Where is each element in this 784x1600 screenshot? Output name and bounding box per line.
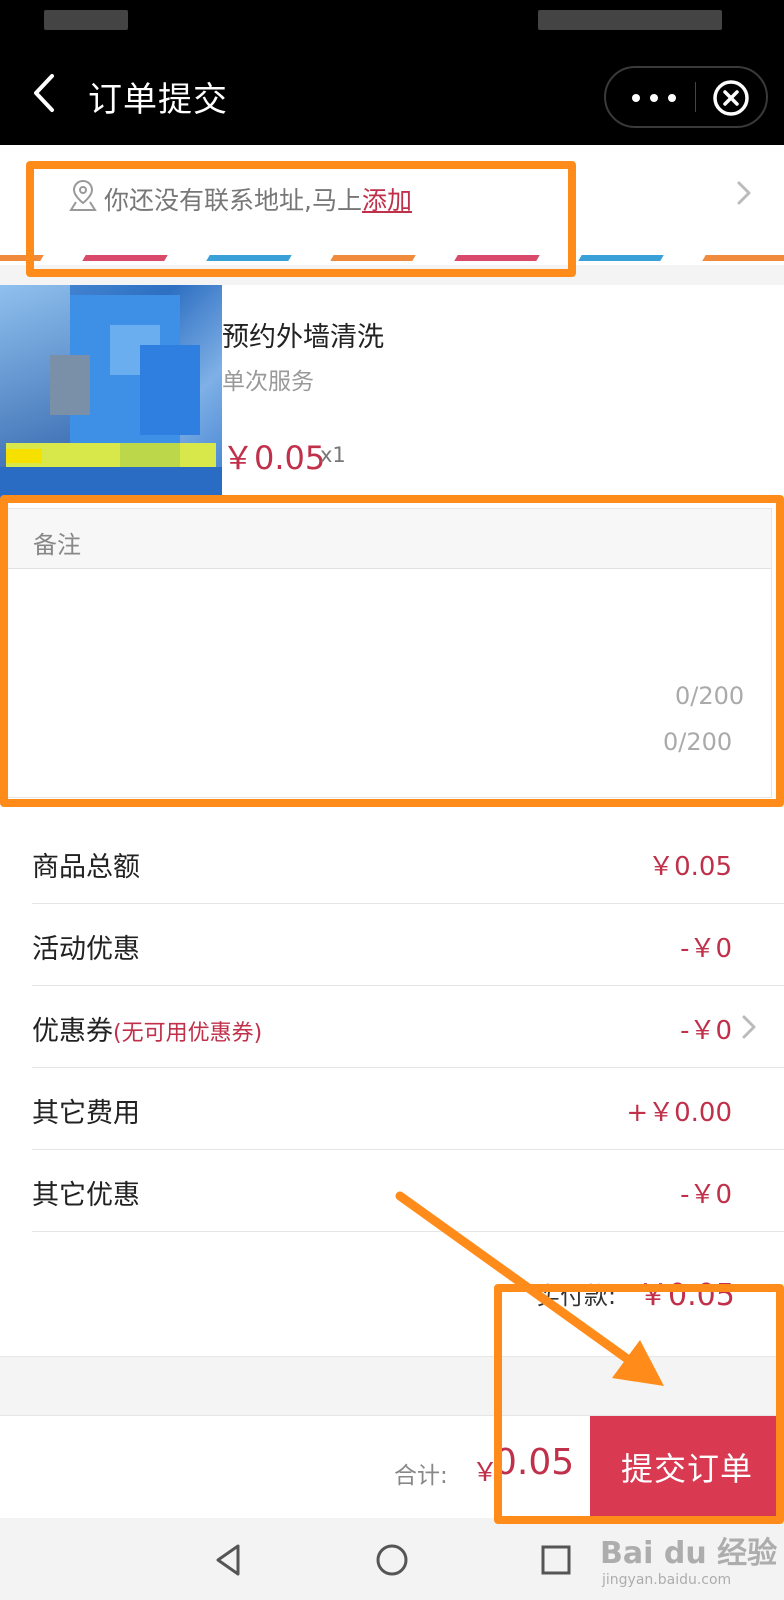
stripe	[578, 255, 664, 261]
address-prompt: 你还没有联系地址,马上添加	[104, 181, 412, 217]
more-dots-icon	[632, 94, 640, 102]
payable-value: ￥0.05	[638, 1278, 735, 1313]
remark-section: 备注 0/200 0/200	[6, 508, 772, 798]
status-bar	[0, 0, 784, 44]
address-prompt-text: 你还没有联系地址,马上	[104, 186, 362, 215]
system-home-button[interactable]	[372, 1540, 412, 1580]
page-title: 订单提交	[88, 80, 228, 120]
capsule-divider	[695, 82, 696, 112]
fee-label: 商品总额	[32, 852, 140, 883]
remark-input[interactable]	[21, 581, 757, 691]
fee-value: ￥0.05	[648, 852, 732, 882]
close-circle-icon	[713, 80, 749, 116]
stripe	[0, 255, 44, 261]
location-pin-icon	[69, 179, 97, 211]
product-price: ￥0.05	[222, 439, 326, 477]
remark-header: 备注	[7, 509, 771, 569]
fee-value: -￥0	[680, 934, 732, 964]
fee-label: 优惠券(无可用优惠券)	[32, 1009, 262, 1048]
product-name: 预约外墙清洗	[222, 322, 384, 353]
thumb-pixel	[0, 467, 222, 500]
fee-value: -￥0	[680, 1180, 732, 1210]
fee-row-other-discount: 其它优惠 -￥0	[32, 1150, 784, 1232]
remark-label: 备注	[33, 531, 81, 559]
system-recent-button[interactable]	[536, 1540, 576, 1580]
address-section[interactable]: 你还没有联系地址,马上添加	[0, 145, 784, 265]
more-button[interactable]	[624, 74, 684, 120]
remark-char-counter: 0/200	[675, 682, 745, 710]
payable-section: 实付款: ￥0.05	[0, 1232, 784, 1356]
fee-label: 其它优惠	[32, 1180, 140, 1211]
back-arrow-icon	[34, 74, 54, 112]
thumb-pixel	[6, 449, 42, 463]
watermark-brand: Bai du 经验	[600, 1536, 778, 1571]
checkout-bar: 合计: ￥ 0.05 提交订单	[0, 1416, 784, 1518]
circle-home-icon	[376, 1544, 408, 1576]
nav-bar: 订单提交	[0, 44, 784, 145]
payable-label: 实付款:	[536, 1282, 617, 1310]
total-label: 合计:	[394, 1463, 448, 1489]
fee-value: +￥0.00	[626, 1098, 732, 1128]
more-dot	[650, 94, 658, 102]
stripe	[206, 255, 292, 261]
chevron-right-icon	[737, 181, 751, 205]
stripe	[330, 255, 416, 261]
remark-char-counter-secondary: 0/200	[663, 728, 733, 756]
triangle-back-icon	[216, 1544, 240, 1576]
chevron-right-icon	[742, 1015, 756, 1039]
stripe	[702, 255, 784, 261]
section-gap	[0, 265, 784, 285]
product-quantity: x1	[320, 443, 346, 467]
fee-value: -￥0	[680, 1016, 732, 1046]
thumb-pixel	[120, 443, 180, 467]
system-nav-bar: Bai du 经验 jingyan.baidu.com	[0, 1518, 784, 1600]
fee-row-coupon[interactable]: 优惠券(无可用优惠券) -￥0	[32, 986, 784, 1068]
product-card: 预约外墙清洗 单次服务 ￥0.05 x1	[0, 285, 784, 500]
mini-program-capsule	[604, 66, 768, 128]
fee-row-activity-discount: 活动优惠 -￥0	[32, 904, 784, 986]
coupon-label: 优惠券	[32, 1016, 113, 1047]
stripe	[82, 255, 168, 261]
fee-label: 其它费用	[32, 1098, 140, 1129]
fee-row-goods-total: 商品总额 ￥0.05	[32, 822, 784, 904]
status-time-blurred	[44, 10, 128, 30]
more-dot	[668, 94, 676, 102]
product-type: 单次服务	[222, 369, 314, 395]
back-button[interactable]	[26, 70, 66, 116]
stripe	[454, 255, 540, 261]
total-value: 0.05	[494, 1442, 575, 1483]
coupon-availability: (无可用优惠券)	[113, 1021, 263, 1046]
thumb-pixel	[140, 345, 200, 435]
fee-row-other-fees: 其它费用 +￥0.00	[32, 1068, 784, 1150]
watermark-url: jingyan.baidu.com	[602, 1572, 732, 1588]
close-button[interactable]	[711, 78, 751, 118]
square-recent-icon	[541, 1545, 571, 1575]
watermark: Bai du 经验 jingyan.baidu.com	[600, 1528, 782, 1592]
product-thumbnail	[0, 285, 222, 500]
system-back-button[interactable]	[208, 1540, 248, 1580]
add-address-link[interactable]: 添加	[362, 186, 412, 215]
submit-order-button[interactable]: 提交订单	[590, 1416, 784, 1518]
fee-label: 活动优惠	[32, 934, 140, 965]
section-gap	[0, 1356, 784, 1416]
status-icons-blurred	[538, 10, 722, 30]
thumb-pixel	[50, 355, 90, 415]
address-envelope-stripe	[0, 255, 784, 263]
